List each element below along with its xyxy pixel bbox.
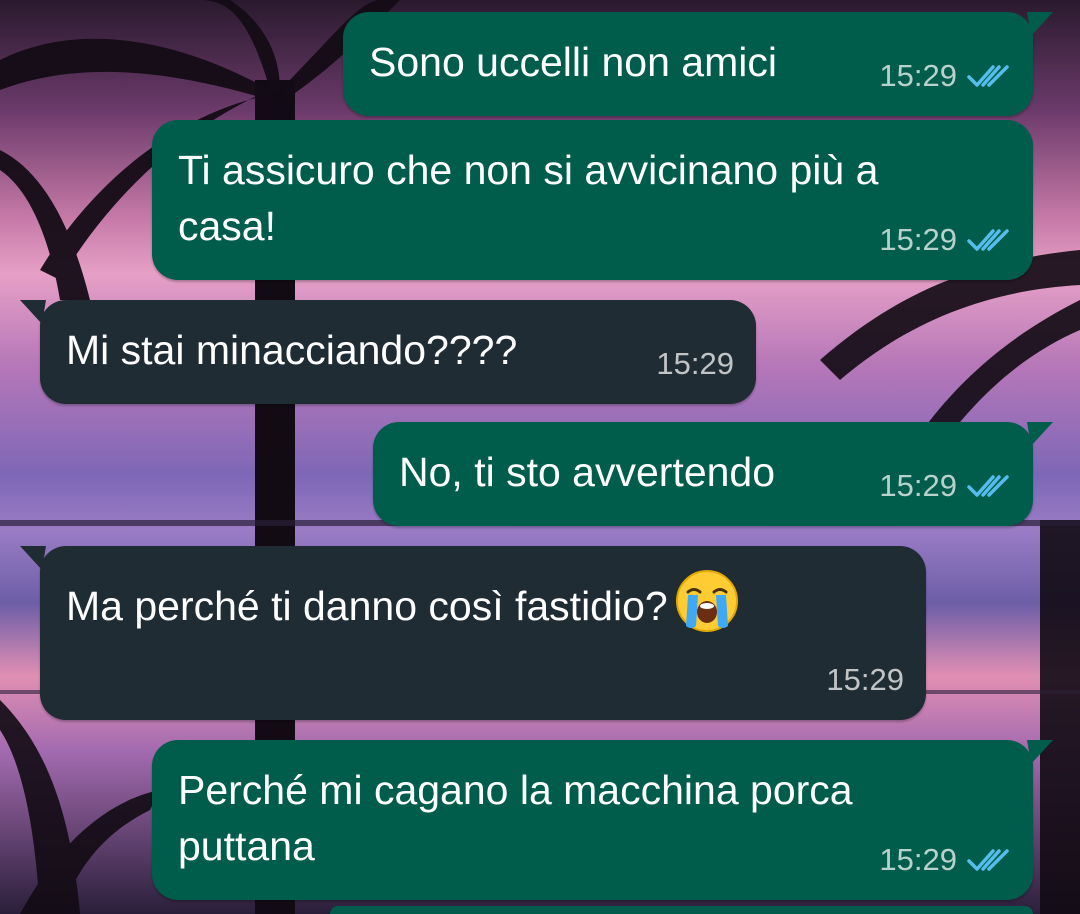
message-text: No, ti sto avvertendo	[399, 449, 776, 495]
outgoing-message-bubble[interactable]: Sono uccelli non amici 15:29	[343, 12, 1053, 116]
message-meta: 15:29	[879, 48, 1011, 104]
bubble-tail	[1027, 740, 1053, 764]
message-text: Sono uccelli non amici	[369, 39, 777, 85]
message-meta: 15:29	[879, 458, 1011, 514]
message-text: Mi stai minacciando????	[66, 327, 518, 373]
message-meta: 15:29	[879, 832, 1011, 888]
message-time: 15:29	[826, 662, 904, 697]
bubble-tail	[1027, 422, 1053, 446]
double-check-icon	[967, 475, 1009, 497]
conversation-view[interactable]: Sono uccelli non amici 15:29 Ti assicuro…	[0, 0, 1080, 914]
outgoing-message-bubble-partial[interactable]	[330, 906, 1033, 914]
outgoing-message-bubble[interactable]: No, ti sto avvertendo 15:29	[373, 422, 1053, 526]
message-text: Ti assicuro che non si avvicinano più a …	[178, 147, 879, 249]
bubble-tail	[20, 300, 46, 324]
incoming-message-bubble[interactable]: Mi stai minacciando???? 15:29	[20, 300, 756, 404]
outgoing-message-bubble[interactable]: Perché mi cagano la macchina porca putta…	[152, 740, 1053, 900]
message-text: Perché mi cagano la macchina porca putta…	[178, 767, 853, 869]
incoming-message-bubble[interactable]: Ma perché ti danno così fastidio? 15:29	[20, 546, 926, 720]
message-text: Ma perché ti danno così fastidio?	[66, 568, 740, 634]
message-text-content: Ma perché ti danno così fastidio?	[66, 583, 668, 629]
loudly-crying-face-emoji	[675, 570, 738, 632]
message-time: 15:29	[879, 222, 957, 257]
message-time: 15:29	[879, 58, 957, 93]
message-time: 15:29	[879, 842, 957, 877]
double-check-icon	[967, 65, 1009, 87]
double-check-icon	[967, 849, 1009, 871]
message-meta: 15:29	[656, 336, 734, 392]
bubble-tail	[20, 546, 46, 570]
message-time: 15:29	[656, 346, 734, 381]
message-time: 15:29	[879, 468, 957, 503]
bubble-tail	[1027, 12, 1053, 36]
double-check-icon	[967, 229, 1009, 251]
message-meta: 15:29	[826, 652, 904, 708]
message-meta: 15:29	[879, 212, 1011, 268]
outgoing-message-bubble[interactable]: Ti assicuro che non si avvicinano più a …	[152, 120, 1033, 280]
